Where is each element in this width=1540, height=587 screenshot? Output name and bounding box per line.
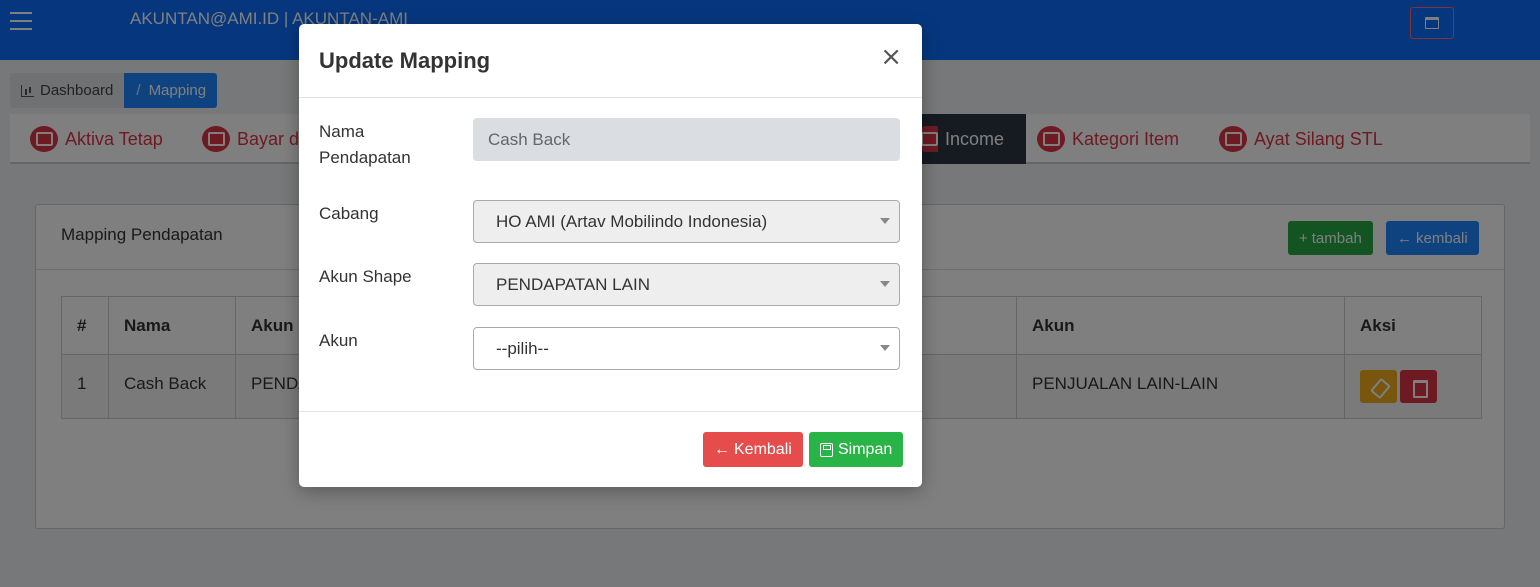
- cabang-label: Cabang: [319, 204, 379, 223]
- akun-label: Akun: [319, 331, 358, 350]
- chevron-down-icon: [880, 281, 890, 287]
- modal-footer-divider: [299, 411, 922, 412]
- chevron-down-icon: [880, 345, 890, 351]
- save-icon: [820, 442, 833, 457]
- chevron-down-icon: [880, 218, 890, 224]
- arrow-left-icon: ←: [714, 440, 730, 458]
- kembali-button-label: Kembali: [734, 440, 792, 458]
- modal-header-divider: [299, 97, 922, 98]
- cabang-select[interactable]: HO AMI (Artav Mobilindo Indonesia): [473, 200, 900, 243]
- nama-pendapatan-value: Cash Back: [488, 129, 571, 149]
- label-line: Pendapatan: [319, 148, 411, 167]
- simpan-button[interactable]: Simpan: [809, 432, 904, 467]
- cabang-value: HO AMI (Artav Mobilindo Indonesia): [496, 211, 768, 231]
- nama-pendapatan-field: Cash Back: [473, 118, 900, 161]
- nama-pendapatan-label: Nama Pendapatan: [319, 119, 411, 171]
- akun-shape-select[interactable]: PENDAPATAN LAIN: [473, 263, 900, 306]
- akun-value: --pilih--: [496, 338, 549, 358]
- update-mapping-modal: Update Mapping × Nama Pendapatan Cash Ba…: [299, 24, 922, 487]
- akun-shape-label: Akun Shape: [319, 267, 412, 286]
- akun-shape-value: PENDAPATAN LAIN: [496, 274, 650, 294]
- simpan-button-label: Simpan: [838, 440, 893, 458]
- close-icon[interactable]: ×: [880, 44, 902, 70]
- akun-select[interactable]: --pilih--: [473, 327, 900, 370]
- kembali-button[interactable]: ← Kembali: [703, 432, 803, 467]
- modal-title: Update Mapping: [319, 48, 491, 73]
- label-line: Nama: [319, 122, 365, 141]
